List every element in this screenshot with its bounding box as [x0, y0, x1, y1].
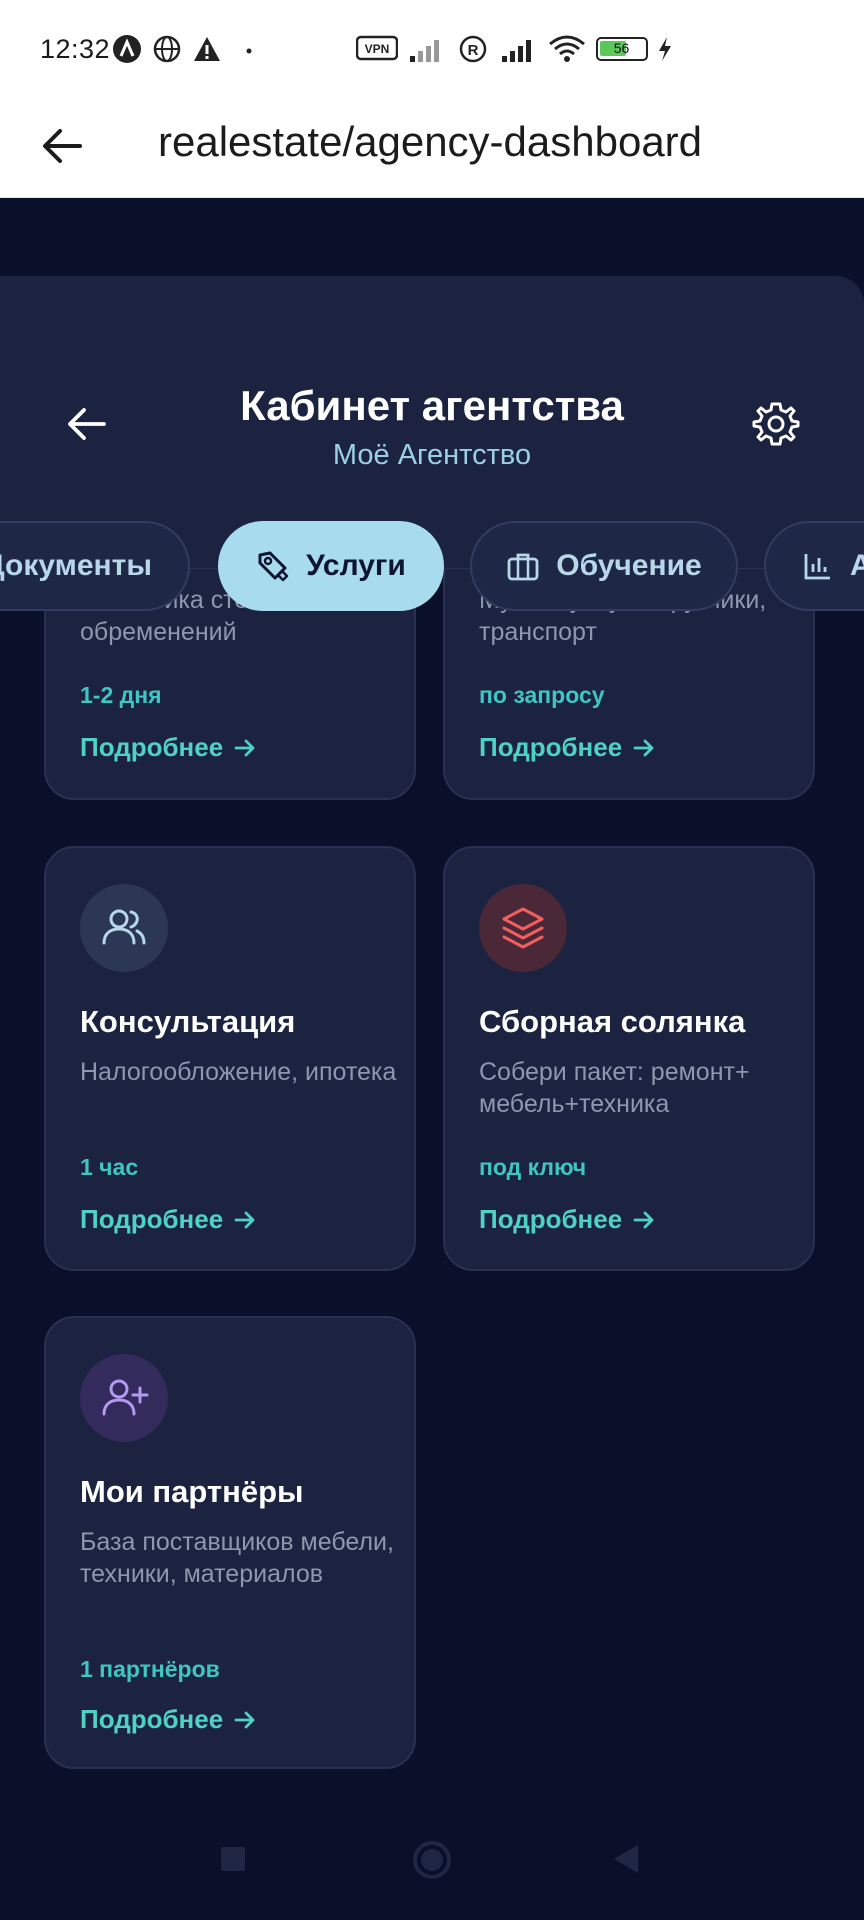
roaming-icon: R	[459, 35, 487, 63]
service-card-title: Сборная солянка	[479, 1004, 746, 1039]
user-plus-icon	[102, 1379, 149, 1416]
service-card-more-link[interactable]: Подробнее	[80, 732, 257, 763]
recent-apps-icon[interactable]	[218, 1844, 248, 1874]
agency-header: Кабинет агентства Моё Агентство Документ…	[0, 276, 864, 611]
service-card-icon	[479, 884, 567, 972]
gear-icon[interactable]	[752, 400, 800, 448]
svg-text:R: R	[468, 42, 479, 59]
service-card-icon	[80, 1354, 168, 1442]
signal-strong-icon	[502, 40, 531, 62]
section-tabs: Документы Услуги Обучение А	[0, 521, 864, 613]
briefcase-icon	[507, 553, 539, 581]
status-bar: 12:32 VPN R 56	[0, 0, 864, 104]
more-link-label: Подробнее	[80, 1704, 224, 1734]
tab-documents[interactable]: Документы	[0, 521, 190, 611]
nav-back-icon[interactable]	[610, 1842, 642, 1876]
bar-chart-icon	[804, 554, 830, 580]
tab-label: Обучение	[556, 549, 702, 582]
app-content: Аналитика стоимости и обременений 1-2 дн…	[0, 198, 864, 1920]
service-card-meta: по запросу	[479, 682, 605, 708]
service-card-more-link[interactable]: Подробнее	[479, 732, 656, 763]
wifi-icon	[549, 35, 585, 62]
service-card-meta: под ключ	[479, 1154, 587, 1180]
arrow-right-icon	[633, 739, 654, 756]
arrow-right-icon	[633, 1211, 654, 1228]
tab-services[interactable]: Услуги	[218, 521, 444, 611]
service-card-description: База поставщиков мебели, техники, матери…	[80, 1528, 394, 1588]
pen-tool-icon	[258, 551, 289, 582]
tab-training[interactable]: Обучение	[470, 521, 738, 611]
service-card-description: Налогообложение, ипотека	[80, 1058, 397, 1086]
svg-text:VPN: VPN	[365, 42, 390, 56]
notification-a-icon	[113, 35, 141, 63]
tab-label: А	[850, 549, 864, 583]
status-time: 12:32	[40, 34, 111, 64]
battery-level: 56	[613, 40, 630, 56]
more-link-label: Подробнее	[479, 732, 623, 762]
service-card-title: Мои партнёры	[80, 1474, 304, 1509]
vpn-icon: VPN	[356, 35, 398, 61]
users-icon	[102, 909, 146, 945]
service-card-more-link[interactable]: Подробнее	[80, 1704, 257, 1735]
arrow-right-icon	[234, 739, 255, 756]
arrow-right-icon	[234, 1211, 255, 1228]
dot-icon	[246, 48, 252, 54]
service-card[interactable]: Консультация Налогообложение, ипотека 1 …	[44, 846, 416, 1271]
more-link-label: Подробнее	[479, 1204, 623, 1234]
service-card-icon	[80, 884, 168, 972]
more-link-label: Подробнее	[80, 1204, 224, 1234]
service-card-meta: 1 час	[80, 1154, 139, 1180]
arrow-right-icon	[234, 1711, 255, 1728]
service-card-description: Собери пакет: ремонт+ мебель+техника	[479, 1058, 750, 1118]
globe-icon	[153, 35, 181, 63]
home-icon[interactable]	[412, 1840, 452, 1880]
warning-icon	[194, 37, 220, 61]
browser-bar: realestate/agency-dashboard	[0, 104, 864, 198]
service-card-meta: 1 партнёров	[80, 1656, 220, 1682]
tab-label: Услуги	[306, 549, 406, 582]
system-nav-bar	[0, 1828, 864, 1920]
charging-icon	[659, 37, 671, 61]
page-title: Кабинет агентства	[240, 382, 624, 429]
service-card[interactable]: Сборная солянка Собери пакет: ремонт+ ме…	[443, 846, 815, 1271]
service-card-more-link[interactable]: Подробнее	[479, 1204, 656, 1235]
service-card[interactable]: Мои партнёры База поставщиков мебели, те…	[44, 1316, 416, 1769]
signal-weak-icon	[410, 40, 439, 62]
layers-icon	[502, 907, 544, 949]
tab-label: Документы	[0, 549, 152, 582]
service-card-title: Консультация	[80, 1004, 296, 1039]
battery-indicator: 56	[596, 37, 648, 61]
browser-url[interactable]: realestate/agency-dashboard	[158, 118, 702, 166]
browser-back-icon[interactable]	[40, 124, 84, 168]
service-card-more-link[interactable]: Подробнее	[80, 1204, 257, 1235]
agency-name: Моё Агентство	[332, 439, 532, 471]
service-card-meta: 1-2 дня	[80, 682, 162, 708]
more-link-label: Подробнее	[80, 732, 224, 762]
tab-analytics[interactable]: А	[764, 521, 864, 611]
